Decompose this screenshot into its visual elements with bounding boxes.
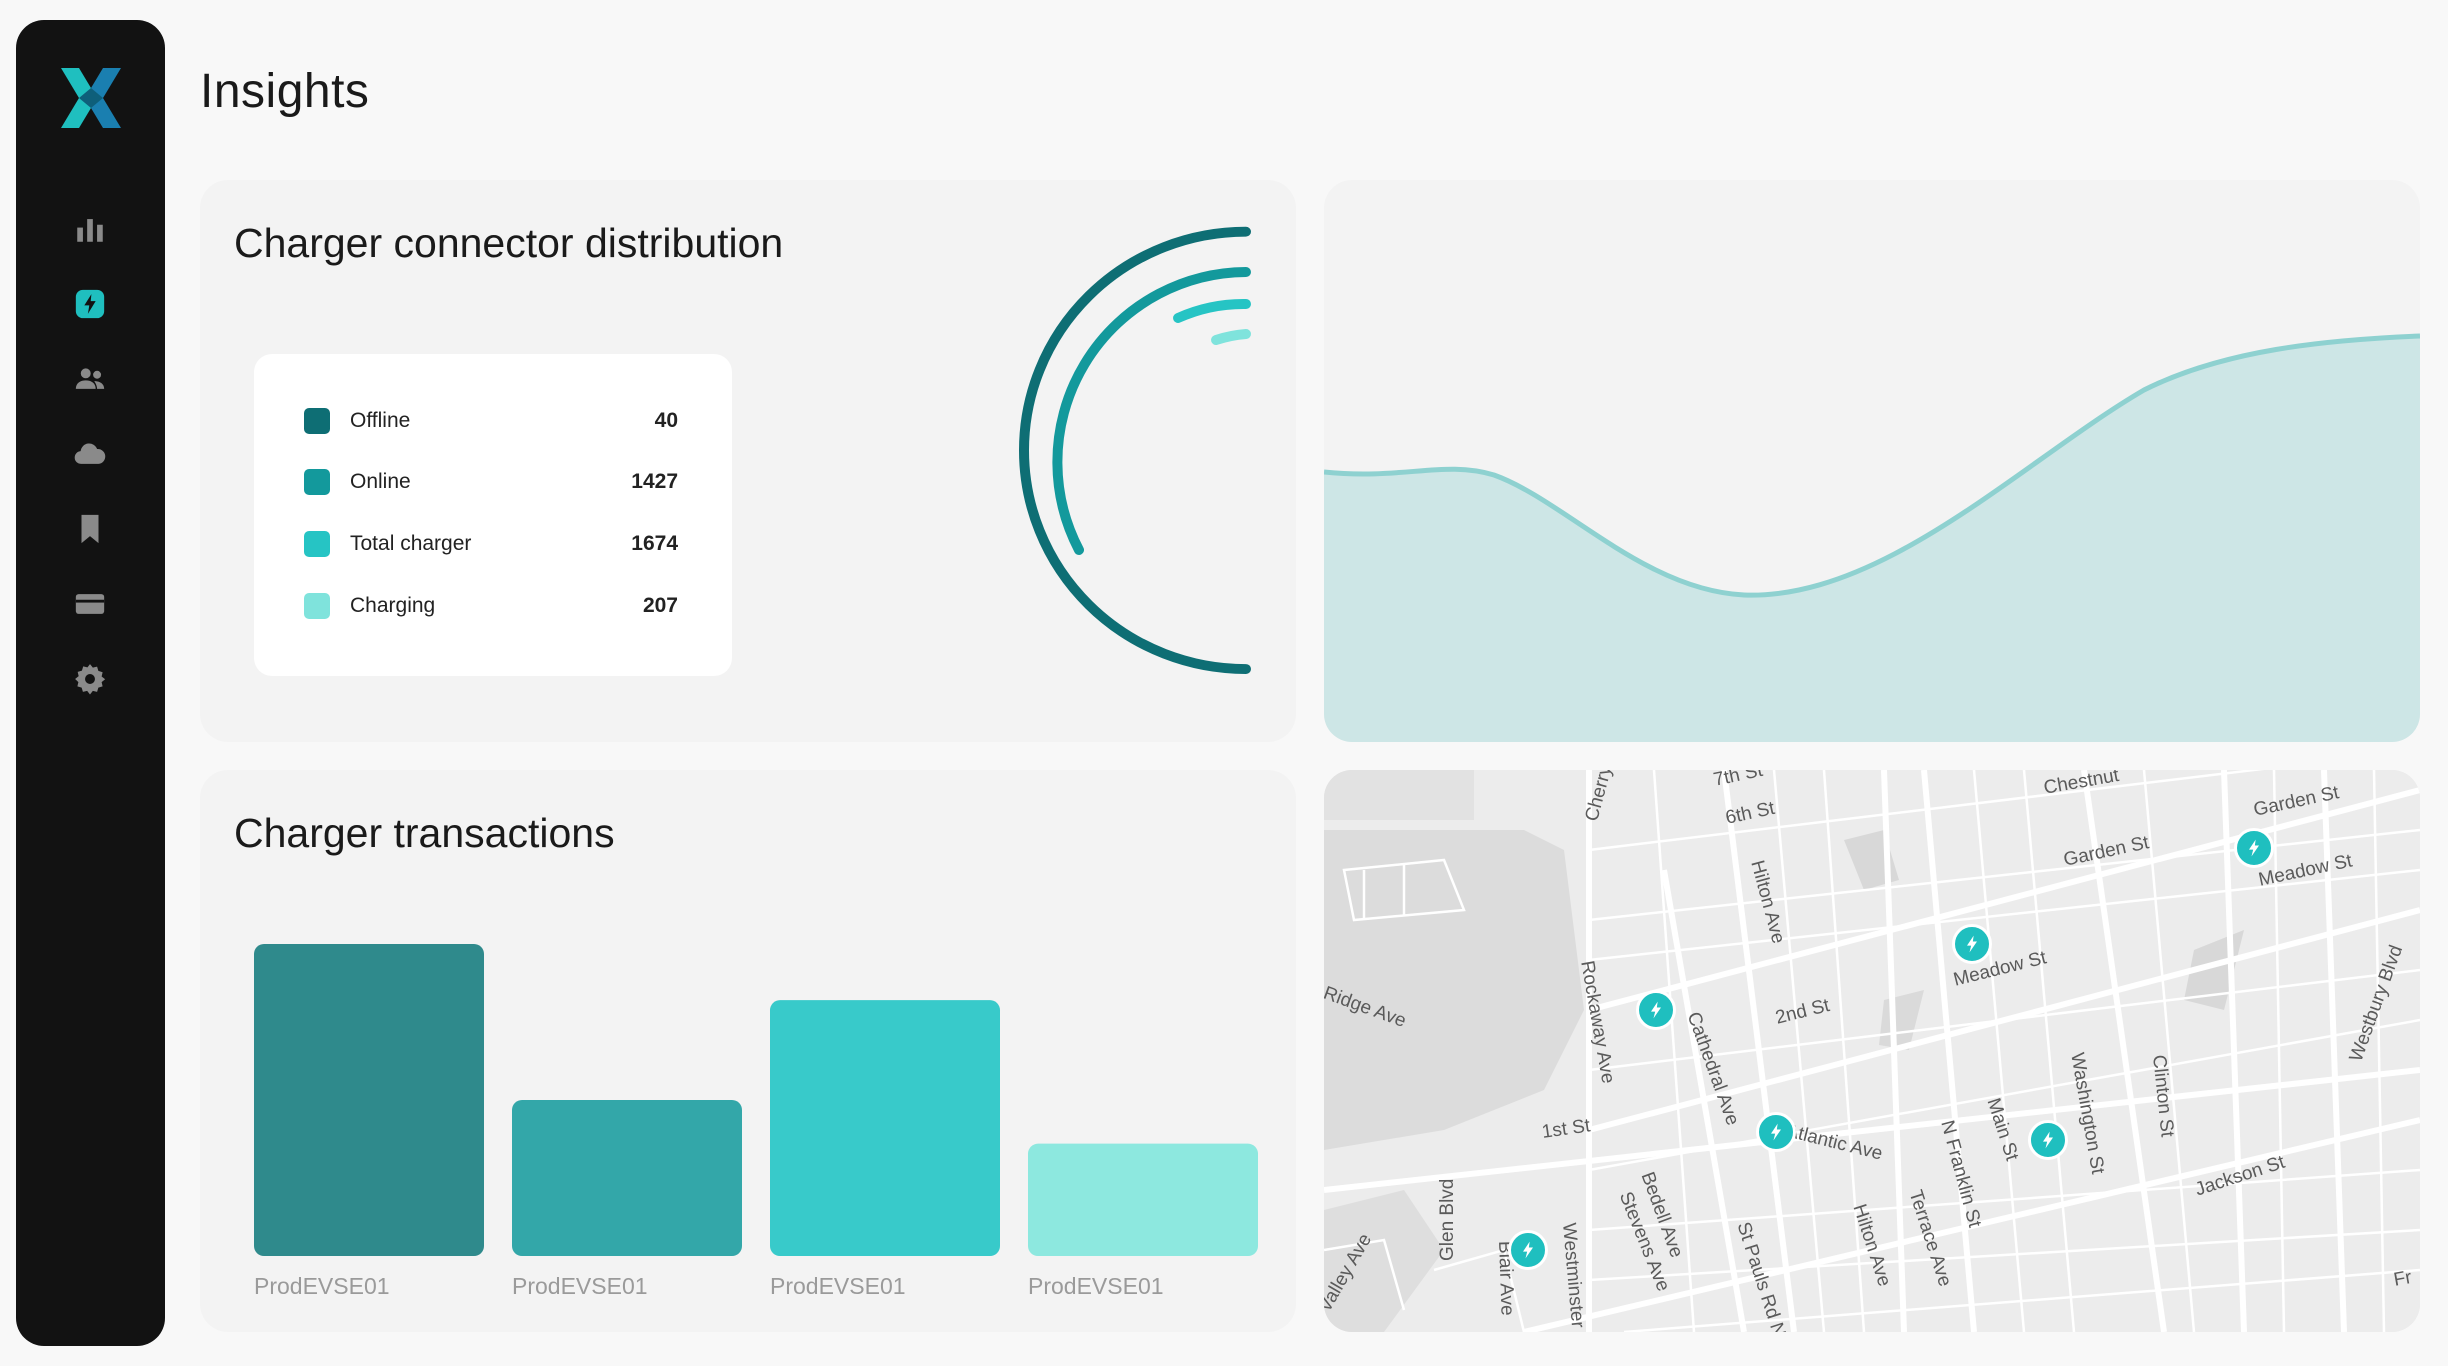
bar-chart-icon [77,219,103,242]
trend-card [1324,180,2420,742]
charger-bolt-icon [1967,935,1977,953]
trend-area-chart [1324,333,2420,742]
nav-bookmarks[interactable] [66,505,114,553]
charger-bolt-icon [2043,1131,2053,1149]
legend-label: Online [350,470,411,493]
legend-item-total-charger: Total charger 1674 [304,524,678,564]
page-title: Insights [200,65,370,118]
bar-category-label: ProdEVSE01 [254,1273,390,1299]
bookmark-icon [81,514,99,544]
map-charger-pin[interactable] [1636,990,1676,1030]
distribution-radial-chart [1019,226,1251,674]
transaction-bar[interactable] [254,944,484,1256]
legend-value: 1427 [631,470,678,493]
cloud-icon [74,443,106,464]
legend-label: Total charger [350,532,472,555]
bar-category-label: ProdEVSE01 [770,1273,906,1299]
transaction-bar[interactable] [770,1000,1000,1256]
nav-dashboard[interactable] [66,205,114,253]
trend-area-fill [1324,336,2420,742]
charger-bolt-icon [1523,1241,1533,1259]
nav-users[interactable] [66,355,114,403]
radial-arc-charging [1211,329,1251,345]
bar-category-label: ProdEVSE01 [1028,1273,1164,1299]
legend-item-offline: Offline 40 [304,401,678,441]
nav-billing[interactable] [66,580,114,628]
legend-swatch [304,408,330,434]
map-charger-pin[interactable] [2028,1120,2068,1160]
map-charger-pin[interactable] [2234,828,2274,868]
bar-category-label: ProdEVSE01 [512,1273,648,1299]
map-charger-pin[interactable] [1756,1112,1796,1152]
legend-value: 207 [642,594,678,617]
distribution-legend: Offline 40 Online 1427 Total charger 167… [254,354,732,676]
nav-chargers[interactable] [66,280,114,328]
legend-swatch [304,531,330,557]
map-street-label: Glen Blvd [1437,1178,1458,1261]
x-brand-logo[interactable] [59,66,123,130]
distribution-card: Charger connector distribution Offline 4… [200,180,1296,742]
card-icon [75,594,105,614]
charger-bolt-icon [75,289,105,319]
legend-item-charging: Charging 207 [304,586,678,626]
legend-label: Offline [350,409,411,432]
radial-arc-online [1052,267,1251,555]
legend-value: 1674 [631,532,678,555]
legend-item-online: Online 1427 [304,462,678,502]
charger-bolt-icon [1771,1123,1781,1141]
nav-cloud[interactable] [66,430,114,478]
map-charger-pin[interactable] [1952,924,1992,964]
legend-label: Charging [350,594,436,617]
map-street-label: Fr [2392,1267,2414,1291]
sidebar [16,20,165,1346]
charger-map[interactable]: 7th St 6th St Hilton Ave Cherry Chestnut… [1324,770,2420,1332]
transactions-bar-chart: ProdEVSE01 ProdEVSE01 ProdEVSE01 ProdEVSE01 [254,944,1258,1299]
transactions-card: Charger transactions ProdEVSE01 ProdEVSE0… [200,770,1296,1332]
charger-bolt-icon [1651,1001,1661,1019]
transaction-bar[interactable] [512,1100,742,1256]
users-icon [75,368,105,389]
nav-settings[interactable] [66,655,114,703]
radial-arc-total-charger [1173,298,1251,323]
transaction-bar[interactable] [1028,1143,1258,1256]
charger-bolt-icon [2249,839,2259,857]
legend-value: 40 [654,409,678,432]
legend-swatch [304,593,330,619]
distribution-title: Charger connector distribution [234,220,784,266]
map-charger-pin[interactable] [1508,1230,1548,1270]
gear-icon [75,664,106,695]
legend-swatch [304,469,330,495]
